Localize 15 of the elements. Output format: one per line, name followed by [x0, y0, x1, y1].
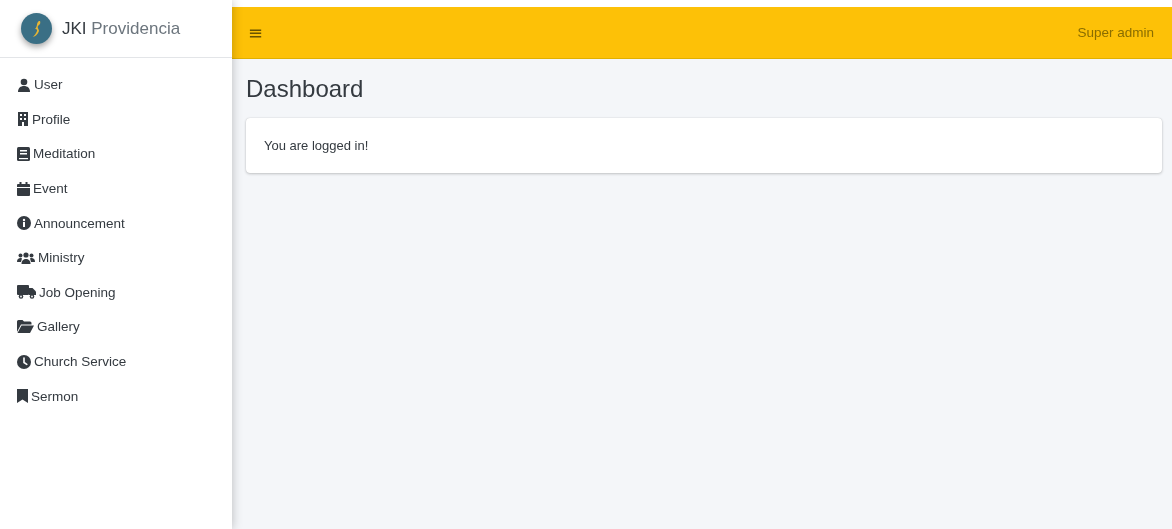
users-icon [17, 250, 35, 265]
user-icon [17, 77, 31, 92]
book-icon [17, 147, 30, 161]
menu-button[interactable]: ≡ [246, 22, 266, 43]
folder-icon [17, 320, 34, 334]
bookmark-icon [17, 389, 28, 404]
building-icon [17, 112, 29, 127]
info-icon [17, 216, 31, 231]
page-title: Dashboard [246, 75, 365, 104]
clock-icon [17, 354, 31, 369]
logo-icon [21, 13, 52, 44]
brand-name[interactable]: JKI Providencia [62, 18, 181, 39]
calendar-icon [17, 181, 30, 196]
status-message: You are logged in! [264, 138, 369, 153]
truck-icon [17, 285, 36, 300]
